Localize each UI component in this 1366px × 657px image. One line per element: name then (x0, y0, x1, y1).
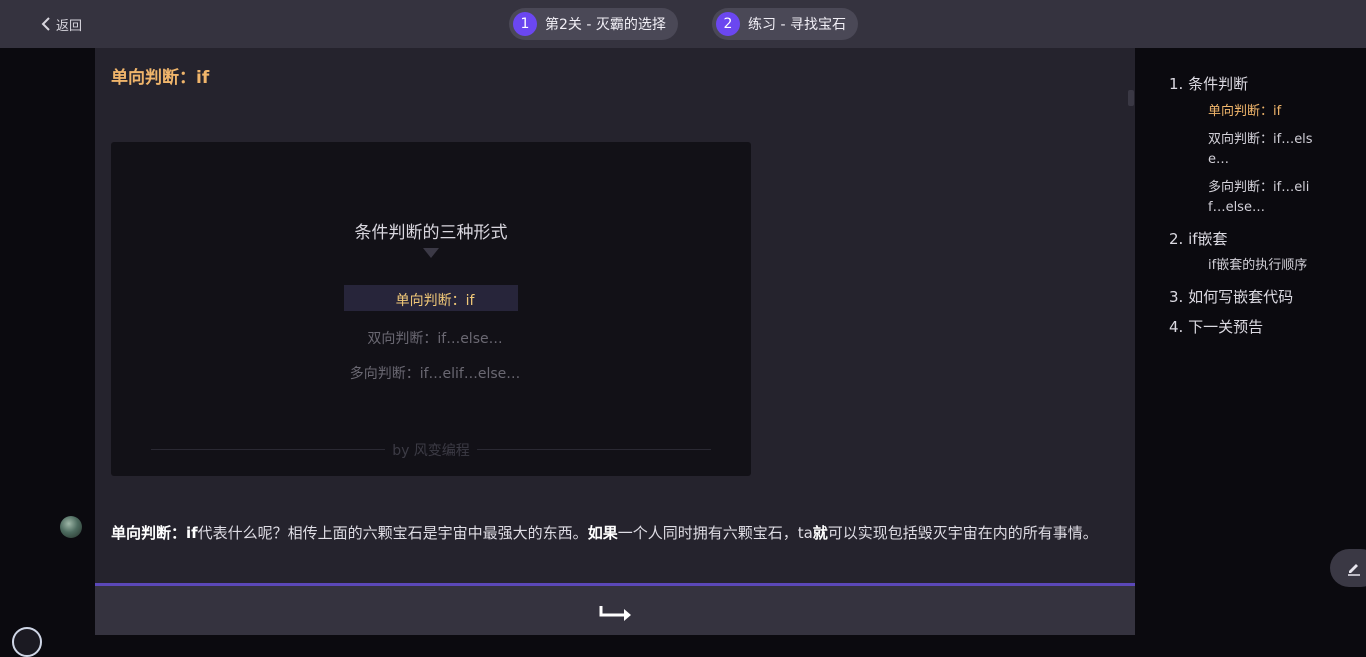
slide-credit: by 风变编程 (392, 443, 470, 459)
step-label: 练习 - 寻找宝石 (748, 17, 846, 33)
toc-item[interactable]: 1. 条件判断 (1169, 73, 1248, 94)
step-tab-1[interactable]: 1 第2关 - 灭霸的选择 (509, 8, 678, 40)
triangle-down-icon (423, 248, 439, 258)
slide-title: 条件判断的三种形式 (354, 223, 508, 243)
back-label: 返回 (56, 18, 83, 34)
edit-button[interactable] (1330, 549, 1366, 587)
toc-subitem[interactable]: 多向判断：if…elif…else… (1208, 178, 1320, 218)
paragraph-text: 一个人同时拥有六颗宝石，ta (617, 524, 813, 542)
toc-item[interactable]: 2. if嵌套 (1169, 228, 1228, 249)
paragraph-text: 代表什么呢？相传上面的六颗宝石是宇宙中最强大的东西。 (197, 524, 588, 542)
paragraph-text: 可以实现包括毁灭宇宙在内的所有事情。 (827, 524, 1098, 542)
scrollbar-thumb[interactable] (1128, 90, 1134, 106)
lesson-slide: 条件判断的三种形式 单向判断：if 双向判断：if…else… 多向判断：if…… (111, 142, 751, 476)
step-tab-2[interactable]: 2 练习 - 寻找宝石 (712, 8, 858, 40)
paragraph-lead: 单向判断：if (111, 524, 198, 542)
toc-subitem[interactable]: 双向判断：if…else… (1208, 130, 1320, 170)
toc-item[interactable]: 4. 下一关预告 (1169, 316, 1263, 337)
section-title: 单向判断：if (111, 68, 210, 88)
toc-subitem-active[interactable]: 单向判断：if (1208, 102, 1320, 122)
slide-footer: by 风变编程 (151, 440, 711, 460)
paragraph-emphasis: 如果 (587, 524, 618, 542)
bottom-bar (95, 583, 1135, 635)
top-bar: 返回 1 第2关 - 灭霸的选择 2 练习 - 寻找宝石 (0, 0, 1366, 48)
slide-item: 双向判断：if…else… (367, 331, 503, 347)
step-number: 1 (513, 12, 537, 36)
step-number: 2 (716, 12, 740, 36)
slide-item: 多向判断：if…elif…else… (349, 366, 521, 382)
paragraph-emphasis: 就 (812, 524, 828, 542)
left-gutter (0, 48, 95, 635)
lesson-content[interactable]: 单向判断：if 条件判断的三种形式 单向判断：if 双向判断：if…else… … (95, 48, 1135, 583)
chevron-left-icon (41, 17, 50, 31)
lesson-paragraph: 单向判断：if代表什么呢？相传上面的六颗宝石是宇宙中最强大的东西。如果一个人同时… (111, 517, 1121, 549)
next-button[interactable] (595, 598, 635, 624)
toc-item[interactable]: 3. 如何写嵌套代码 (1169, 286, 1293, 307)
next-arrow-icon (599, 606, 631, 621)
user-avatar[interactable] (12, 627, 42, 657)
step-label: 第2关 - 灭霸的选择 (545, 17, 666, 33)
table-of-contents: 1. 条件判断 单向判断：if 双向判断：if…else… 多向判断：if…el… (1135, 48, 1366, 635)
toc-subitem[interactable]: if嵌套的执行顺序 (1208, 256, 1320, 276)
slide-item-active: 单向判断：if (395, 293, 475, 309)
pencil-icon (1348, 564, 1360, 576)
avatar (60, 516, 82, 538)
back-button[interactable]: 返回 (40, 14, 82, 34)
